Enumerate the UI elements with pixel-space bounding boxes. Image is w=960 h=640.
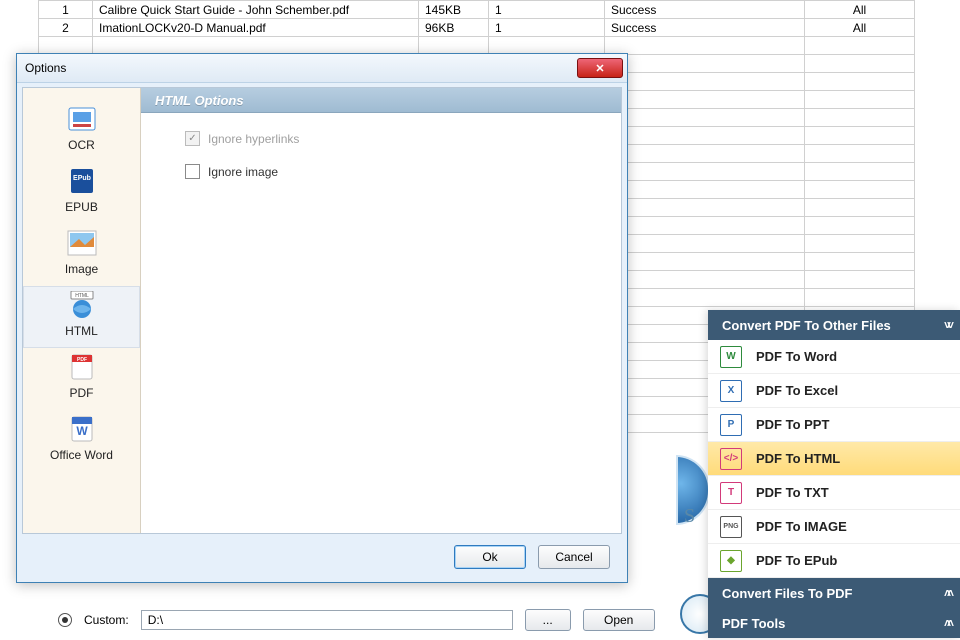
sidebar-item-word[interactable]: W Office Word [23,410,140,472]
html-file-icon: </> [720,448,742,470]
pane-title: HTML Options [141,88,621,113]
excel-file-icon: X [720,380,742,402]
checkbox-label: Ignore image [208,165,278,179]
output-path-input[interactable]: D:\ [141,610,513,630]
svg-text:PDF: PDF [77,357,87,363]
checkbox-label: Ignore hyperlinks [208,132,299,146]
close-button[interactable]: ✕ [577,58,623,78]
cell-scope: All [805,1,915,19]
chevron-down-icon: ˅˅ [944,318,950,332]
cell-size: 96KB [419,19,489,37]
custom-label: Custom: [84,613,129,627]
panel-item-label: PDF To Excel [756,383,838,398]
brand-letter: S [684,505,695,528]
cell-index: 2 [39,19,93,37]
word-file-icon: W [720,346,742,368]
custom-radio[interactable] [58,613,72,627]
cell-count: 1 [489,19,605,37]
panel-item-label: PDF To IMAGE [756,519,847,534]
panel-item-pdf-to-html[interactable]: </> PDF To HTML [708,442,960,476]
panel-item-pdf-to-word[interactable]: W PDF To Word [708,340,960,374]
cancel-button[interactable]: Cancel [538,545,610,569]
png-file-icon: PNG [720,516,742,538]
cell-size: 145KB [419,1,489,19]
sidebar-item-image[interactable]: Image [23,224,140,286]
dialog-titlebar[interactable]: Options ✕ [17,54,627,83]
panel-item-label: PDF To Word [756,349,837,364]
ok-button[interactable]: Ok [454,545,526,569]
ocr-icon [64,104,100,134]
checkbox-icon [185,164,200,179]
open-button[interactable]: Open [583,609,655,631]
svg-text:EPub: EPub [73,175,91,182]
checkbox-icon: ✓ [185,131,200,146]
sidebar-item-label: Office Word [23,448,140,462]
sidebar-item-pdf[interactable]: PDF PDF [23,348,140,410]
sidebar-item-label: EPUB [23,200,140,214]
cell-index: 1 [39,1,93,19]
panel-item-label: PDF To TXT [756,485,829,500]
cell-status: Success [605,1,805,19]
chevron-up-icon: ˄˄ [944,616,950,630]
panel-header-convert-to-pdf[interactable]: Convert Files To PDF ˄˄ [708,578,960,608]
panel-item-pdf-to-txt[interactable]: T PDF To TXT [708,476,960,510]
sidebar-item-html[interactable]: HTML HTML [23,286,140,348]
radio-dot-icon [62,617,68,623]
sidebar-item-ocr[interactable]: OCR [23,100,140,162]
epub-icon: EPub [64,166,100,196]
options-dialog: Options ✕ OCR EPub EPUB Image HTML HTML … [16,53,628,583]
options-main-pane: HTML Options ✓ Ignore hyperlinks Ignore … [141,88,621,533]
svg-text:W: W [76,424,88,438]
pdf-icon: PDF [64,352,100,382]
custom-output-row: Custom: D:\ ... Open [58,609,655,631]
sidebar-item-label: HTML [23,324,140,338]
word-icon: W [64,414,100,444]
table-row[interactable]: 2 ImationLOCKv20-D Manual.pdf 96KB 1 Suc… [39,19,915,37]
convert-panel: Convert PDF To Other Files ˅˅ W PDF To W… [708,310,960,638]
chevron-up-icon: ˄˄ [944,586,950,600]
sidebar-item-epub[interactable]: EPub EPUB [23,162,140,224]
html-icon: HTML [64,290,100,320]
svg-text:HTML: HTML [75,293,89,299]
dialog-footer: Ok Cancel [22,537,622,577]
cell-scope: All [805,19,915,37]
checkbox-ignore-hyperlinks: ✓ Ignore hyperlinks [185,131,621,146]
sidebar-item-label: PDF [23,386,140,400]
table-row[interactable]: 1 Calibre Quick Start Guide - John Schem… [39,1,915,19]
checkbox-ignore-image[interactable]: Ignore image [185,164,621,179]
ppt-file-icon: P [720,414,742,436]
options-sidebar: OCR EPub EPUB Image HTML HTML PDF PDF W … [23,88,141,533]
panel-header-convert-from-pdf[interactable]: Convert PDF To Other Files ˅˅ [708,310,960,340]
sidebar-item-label: Image [23,262,140,276]
sidebar-item-label: OCR [23,138,140,152]
cell-count: 1 [489,1,605,19]
epub-file-icon: ◆ [720,550,742,572]
panel-header-pdf-tools[interactable]: PDF Tools ˄˄ [708,608,960,638]
dialog-title: Options [25,61,66,75]
panel-item-pdf-to-ppt[interactable]: P PDF To PPT [708,408,960,442]
cell-name: ImationLOCKv20-D Manual.pdf [93,19,419,37]
panel-item-pdf-to-image[interactable]: PNG PDF To IMAGE [708,510,960,544]
image-icon [64,228,100,258]
panel-item-label: PDF To EPub [756,553,837,568]
panel-item-label: PDF To HTML [756,451,840,466]
panel-item-label: PDF To PPT [756,417,829,432]
browse-button[interactable]: ... [525,609,571,631]
close-icon: ✕ [595,62,604,75]
txt-file-icon: T [720,482,742,504]
cell-name: Calibre Quick Start Guide - John Schembe… [93,1,419,19]
panel-item-pdf-to-excel[interactable]: X PDF To Excel [708,374,960,408]
panel-item-pdf-to-epub[interactable]: ◆ PDF To EPub [708,544,960,578]
cell-status: Success [605,19,805,37]
